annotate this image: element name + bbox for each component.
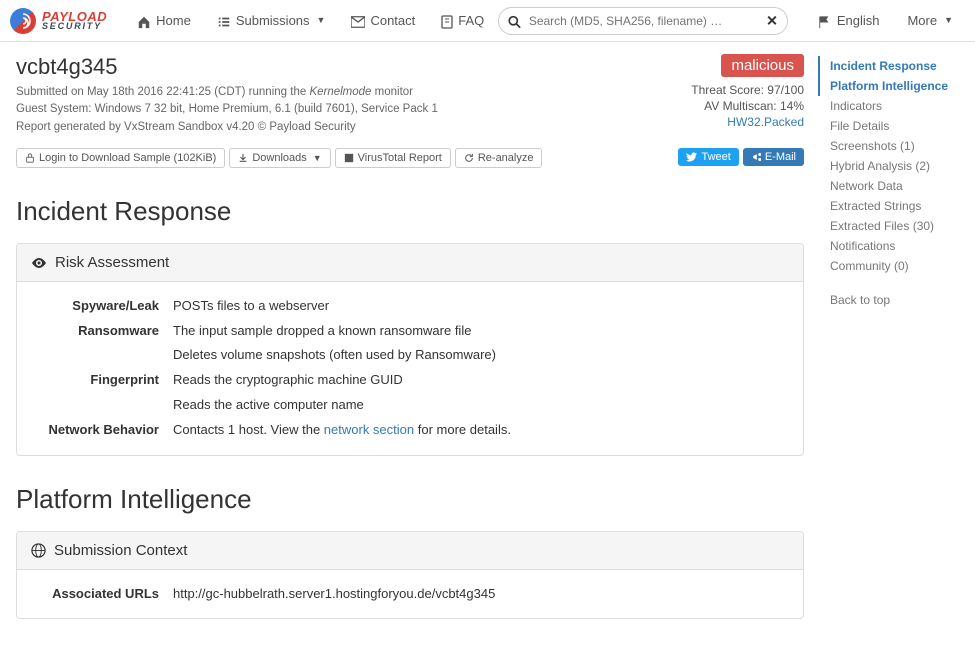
home-icon xyxy=(137,12,151,28)
share-icon xyxy=(751,151,761,163)
caret-down-icon: ▼ xyxy=(944,15,953,25)
risk-key xyxy=(33,395,173,416)
virustotal-button[interactable]: VirusTotal Report xyxy=(335,148,451,168)
section-incident-response: Incident Response xyxy=(16,196,804,227)
section-platform-intelligence: Platform Intelligence xyxy=(16,484,804,515)
email-label: E-Mail xyxy=(765,151,796,163)
downloads-label: Downloads xyxy=(252,152,306,164)
logo-bot: SECURITY xyxy=(42,22,107,30)
sidebar-item-extracted-files[interactable]: Extracted Files (30) xyxy=(818,216,965,236)
nav-language[interactable]: English xyxy=(806,6,892,34)
download-icon xyxy=(238,152,248,164)
nav-home[interactable]: Home xyxy=(125,6,203,34)
submission-context-panel: Submission Context Associated URLs http:… xyxy=(16,531,804,620)
nav-language-label: English xyxy=(837,13,880,28)
tweet-label: Tweet xyxy=(701,151,730,163)
sidebar-item-platform-intelligence[interactable]: Platform Intelligence xyxy=(818,76,965,96)
caret-down-icon: ▼ xyxy=(313,153,322,163)
sidebar-item-screenshots[interactable]: Screenshots (1) xyxy=(818,136,965,156)
sidebar-item-extracted-strings[interactable]: Extracted Strings xyxy=(818,196,965,216)
search-container: ✕ xyxy=(498,7,788,35)
sidebar-item-network-data[interactable]: Network Data xyxy=(818,176,965,196)
sidebar-item-indicators[interactable]: Indicators xyxy=(818,96,965,116)
av-multiscan: AV Multiscan: 14% xyxy=(691,99,804,113)
risk-value: Contacts 1 host. View the network sectio… xyxy=(173,420,787,441)
risk-value: The input sample dropped a known ransomw… xyxy=(173,321,787,342)
globe-icon xyxy=(31,542,46,559)
sample-name: vcbt4g345 xyxy=(16,54,691,80)
book-icon xyxy=(441,12,453,28)
reanalyze-label: Re-analyze xyxy=(478,152,534,164)
submission-heading-label: Submission Context xyxy=(54,542,187,559)
risk-key: Ransomware xyxy=(33,321,173,342)
detection-link[interactable]: HW32.Packed xyxy=(727,115,804,129)
guest-system: Guest System: Windows 7 32 bit, Home Pre… xyxy=(16,101,691,118)
top-navbar: PAYLOAD SECURITY Home Submissions ▼ Cont… xyxy=(0,0,975,42)
risk-assessment-panel: Risk Assessment Spyware/Leak POSTs files… xyxy=(16,243,804,456)
sidebar-back-to-top[interactable]: Back to top xyxy=(818,290,965,310)
nav-faq-label: FAQ xyxy=(458,13,484,28)
search-icon xyxy=(508,13,521,28)
nav-more[interactable]: More ▼ xyxy=(895,7,965,34)
sidebar-item-hybrid-analysis[interactable]: Hybrid Analysis (2) xyxy=(818,156,965,176)
associated-urls-value: http://gc-hubbelrath.server1.hostingfory… xyxy=(173,584,787,605)
risk-value: Reads the active computer name xyxy=(173,395,787,416)
nav-submissions[interactable]: Submissions ▼ xyxy=(205,6,338,34)
caret-down-icon: ▼ xyxy=(317,15,326,25)
nav-more-label: More xyxy=(907,13,937,28)
risk-value: POSTs files to a webserver xyxy=(173,296,787,317)
lock-icon xyxy=(25,152,35,164)
associated-urls-key: Associated URLs xyxy=(33,584,173,605)
nav-home-label: Home xyxy=(156,13,191,28)
risk-key: Fingerprint xyxy=(33,370,173,391)
right-sidebar: Incident Response Platform Intelligence … xyxy=(820,42,965,667)
nav-contact-label: Contact xyxy=(370,13,415,28)
risk-key xyxy=(33,345,173,366)
downloads-button[interactable]: Downloads ▼ xyxy=(229,148,330,168)
logo-icon xyxy=(10,8,36,34)
brand-logo[interactable]: PAYLOAD SECURITY xyxy=(10,8,107,34)
login-download-label: Login to Download Sample (102KiB) xyxy=(39,152,216,164)
flag-icon xyxy=(818,12,832,28)
risk-key: Network Behavior xyxy=(33,420,173,441)
login-download-button[interactable]: Login to Download Sample (102KiB) xyxy=(16,148,225,168)
virustotal-label: VirusTotal Report xyxy=(358,152,442,164)
risk-value: Deletes volume snapshots (often used by … xyxy=(173,345,787,366)
nav-items: Home Submissions ▼ Contact FAQ xyxy=(125,6,496,34)
vt-icon xyxy=(344,152,354,164)
tweet-button[interactable]: Tweet xyxy=(678,148,738,166)
sidebar-item-file-details[interactable]: File Details xyxy=(818,116,965,136)
reanalyze-button[interactable]: Re-analyze xyxy=(455,148,543,168)
eye-icon xyxy=(31,254,47,271)
search-input[interactable] xyxy=(498,7,788,35)
logo-text: PAYLOAD SECURITY xyxy=(42,11,107,31)
verdict-block: malicious Threat Score: 97/100 AV Multis… xyxy=(691,54,804,131)
email-button[interactable]: E-Mail xyxy=(743,148,804,166)
sidebar-item-incident-response[interactable]: Incident Response xyxy=(818,56,965,76)
refresh-icon xyxy=(464,152,474,164)
risk-heading: Risk Assessment xyxy=(17,244,803,282)
list-icon xyxy=(217,12,231,28)
nav-contact[interactable]: Contact xyxy=(339,6,427,34)
nav-submissions-label: Submissions xyxy=(236,13,310,28)
submission-heading: Submission Context xyxy=(17,532,803,570)
submission-time: Submitted on May 18th 2016 22:41:25 (CDT… xyxy=(16,84,691,101)
envelope-icon xyxy=(351,12,365,28)
twitter-icon xyxy=(686,151,697,163)
threat-score: Threat Score: 97/100 xyxy=(691,83,804,97)
verdict-badge: malicious xyxy=(721,54,804,77)
sidebar-item-community[interactable]: Community (0) xyxy=(818,256,965,276)
risk-value: Reads the cryptographic machine GUID xyxy=(173,370,787,391)
risk-heading-label: Risk Assessment xyxy=(55,254,169,271)
report-generator: Report generated by VxStream Sandbox v4.… xyxy=(16,119,691,136)
main-content: vcbt4g345 Submitted on May 18th 2016 22:… xyxy=(0,42,820,667)
sidebar-item-notifications[interactable]: Notifications xyxy=(818,236,965,256)
nav-faq[interactable]: FAQ xyxy=(429,6,496,34)
nav-right: English More ▼ xyxy=(806,6,965,34)
clear-icon[interactable]: ✕ xyxy=(766,12,778,29)
risk-key: Spyware/Leak xyxy=(33,296,173,317)
network-section-link[interactable]: network section xyxy=(324,422,414,437)
